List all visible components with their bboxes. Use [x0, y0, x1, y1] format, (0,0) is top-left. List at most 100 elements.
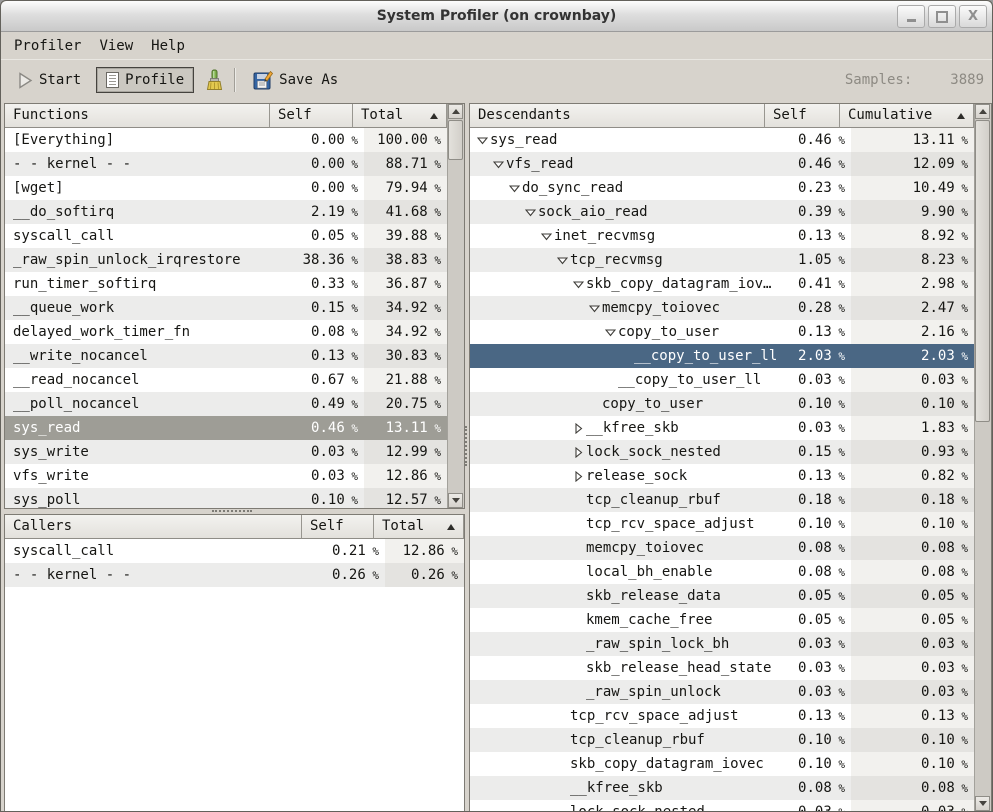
descendants-table-row[interactable]: __copy_to_user_ll0.03 %0.03 % [470, 368, 974, 392]
callers-table-row[interactable]: - - kernel - -0.26 %0.26 % [5, 563, 464, 587]
scroll-down-button[interactable] [975, 796, 990, 811]
functions-table-row[interactable]: sys_write0.03 %12.99 % [5, 440, 447, 464]
functions-table-row[interactable]: sys_poll0.10 %12.57 % [5, 488, 447, 508]
expander-open-icon[interactable] [522, 207, 538, 218]
scroll-down-button[interactable] [448, 493, 463, 508]
clear-button[interactable] [200, 64, 228, 96]
descendants-table-row[interactable]: skb_release_head_state0.03 %0.03 % [470, 656, 974, 680]
function-name: - - kernel - - [13, 152, 131, 176]
save-as-button[interactable]: Save As [244, 64, 347, 96]
function-name-cell: lock_sock_nested [470, 440, 787, 464]
descendants-table-row[interactable]: memcpy_toiovec0.28 %2.47 % [470, 296, 974, 320]
functions-table-row[interactable]: syscall_call0.05 %39.88 % [5, 224, 447, 248]
descendants-table-row[interactable]: __copy_to_user_ll2.03 %2.03 % [470, 344, 974, 368]
maximize-button[interactable] [928, 5, 956, 28]
descendants-table-row[interactable]: _raw_spin_unlock0.03 %0.03 % [470, 680, 974, 704]
self-column-header[interactable]: Self [302, 515, 374, 539]
descendants-table-row[interactable]: tcp_rcv_space_adjust0.10 %0.10 % [470, 512, 974, 536]
descendants-table-row[interactable]: sock_aio_read0.39 %9.90 % [470, 200, 974, 224]
functions-table-row[interactable]: _raw_spin_unlock_irqrestore38.36 %38.83 … [5, 248, 447, 272]
expander-open-icon[interactable] [570, 279, 586, 290]
descendants-table-row[interactable]: vfs_read0.46 %12.09 % [470, 152, 974, 176]
functions-table-row[interactable]: delayed_work_timer_fn0.08 %34.92 % [5, 320, 447, 344]
title-bar[interactable]: System Profiler (on crownbay) X [1, 1, 992, 32]
descendants-table-row[interactable]: lock_sock_nested0.03 %0.03 % [470, 800, 974, 811]
functions-table-row[interactable]: - - kernel - -0.00 %88.71 % [5, 152, 447, 176]
descendants-table-row[interactable]: copy_to_user0.13 %2.16 % [470, 320, 974, 344]
callers-column-header[interactable]: Callers [5, 515, 302, 539]
expander-closed-icon[interactable] [570, 447, 586, 458]
functions-table-row[interactable]: sys_read0.46 %13.11 % [5, 416, 447, 440]
samples-value: 3889 [950, 72, 984, 88]
functions-table-row[interactable]: __queue_work0.15 %34.92 % [5, 296, 447, 320]
descendants-table-row[interactable]: tcp_cleanup_rbuf0.10 %0.10 % [470, 728, 974, 752]
expander-open-icon[interactable] [490, 159, 506, 170]
descendants-table-row[interactable]: skb_copy_datagram_iovec0.10 %0.10 % [470, 752, 974, 776]
menu-help[interactable]: Help [142, 35, 194, 57]
descendants-table-row[interactable]: tcp_recvmsg1.05 %8.23 % [470, 248, 974, 272]
functions-table-row[interactable]: [Everything]0.00 %100.00 % [5, 128, 447, 152]
descendants-table-row[interactable]: sys_read0.46 %13.11 % [470, 128, 974, 152]
expander-open-icon[interactable] [538, 231, 554, 242]
descendants-table-row[interactable]: __kfree_skb0.08 %0.08 % [470, 776, 974, 800]
self-percent: 0.21 % [324, 539, 385, 563]
function-name: tcp_recvmsg [570, 248, 663, 272]
self-column-header[interactable]: Self [765, 104, 840, 128]
descendants-table-row[interactable]: copy_to_user0.10 %0.10 % [470, 392, 974, 416]
expander-open-icon[interactable] [506, 183, 522, 194]
cumulative-column-header[interactable]: Cumulative [840, 104, 974, 128]
expander-open-icon[interactable] [602, 327, 618, 338]
functions-column-header[interactable]: Functions [5, 104, 270, 128]
expander-open-icon[interactable] [554, 255, 570, 266]
scrollbar-thumb[interactable] [448, 120, 463, 160]
profile-toggle-button[interactable]: Profile [96, 67, 194, 93]
descendants-table-row[interactable]: local_bh_enable0.08 %0.08 % [470, 560, 974, 584]
self-column-header[interactable]: Self [270, 104, 353, 128]
expander-open-icon[interactable] [586, 303, 602, 314]
toolbar-separator [234, 68, 235, 92]
functions-table-row[interactable]: __read_nocancel0.67 %21.88 % [5, 368, 447, 392]
scroll-up-button[interactable] [448, 104, 463, 119]
function-name: sys_write [13, 440, 89, 464]
scrollbar-thumb[interactable] [975, 120, 990, 422]
descendants-table-row[interactable]: skb_release_data0.05 %0.05 % [470, 584, 974, 608]
descendants-table-row[interactable]: tcp_rcv_space_adjust0.13 %0.13 % [470, 704, 974, 728]
close-button[interactable]: X [959, 5, 987, 28]
expander-open-icon[interactable] [474, 135, 490, 146]
function-name-cell: sock_aio_read [470, 200, 787, 224]
functions-table-row[interactable]: run_timer_softirq0.33 %36.87 % [5, 272, 447, 296]
scroll-up-button[interactable] [975, 104, 990, 119]
descendants-table-row[interactable]: kmem_cache_free0.05 %0.05 % [470, 608, 974, 632]
expander-closed-icon[interactable] [570, 471, 586, 482]
self-percent: 0.03 % [787, 680, 851, 704]
functions-table-row[interactable]: __poll_nocancel0.49 %20.75 % [5, 392, 447, 416]
descendants-table-row[interactable]: lock_sock_nested0.15 %0.93 % [470, 440, 974, 464]
descendants-table-row[interactable]: _raw_spin_lock_bh0.03 %0.03 % [470, 632, 974, 656]
minimize-button[interactable] [897, 5, 925, 28]
vertical-pane-splitter[interactable] [462, 100, 469, 812]
expander-closed-icon[interactable] [570, 423, 586, 434]
descendants-table-row[interactable]: skb_copy_datagram_iov…0.41 %2.98 % [470, 272, 974, 296]
functions-table-row[interactable]: __do_softirq2.19 %41.68 % [5, 200, 447, 224]
descendants-table-row[interactable]: tcp_cleanup_rbuf0.18 %0.18 % [470, 488, 974, 512]
descendants-column-header[interactable]: Descendants [470, 104, 765, 128]
total-column-header[interactable]: Total [374, 515, 464, 539]
descendants-table-row[interactable]: release_sock0.13 %0.82 % [470, 464, 974, 488]
descendants-table-row[interactable]: memcpy_toiovec0.08 %0.08 % [470, 536, 974, 560]
total-column-header[interactable]: Total [353, 104, 447, 128]
function-name: __read_nocancel [13, 368, 139, 392]
menu-view[interactable]: View [90, 35, 142, 57]
menu-profiler[interactable]: Profiler [5, 35, 90, 57]
cumulative-percent: 0.05 % [851, 584, 974, 608]
callers-table-row[interactable]: syscall_call0.21 %12.86 % [5, 539, 464, 563]
descendants-table-row[interactable]: inet_recvmsg0.13 %8.92 % [470, 224, 974, 248]
functions-table-row[interactable]: vfs_write0.03 %12.86 % [5, 464, 447, 488]
descendants-scrollbar[interactable] [974, 104, 991, 811]
descendants-table-row[interactable]: do_sync_read0.23 %10.49 % [470, 176, 974, 200]
functions-table-row[interactable]: [wget]0.00 %79.94 % [5, 176, 447, 200]
descendants-table-row[interactable]: __kfree_skb0.03 %1.83 % [470, 416, 974, 440]
functions-table-row[interactable]: __write_nocancel0.13 %30.83 % [5, 344, 447, 368]
self-percent: 0.13 % [787, 704, 851, 728]
horizontal-pane-splitter[interactable] [1, 507, 463, 514]
start-button[interactable]: Start [9, 66, 90, 95]
